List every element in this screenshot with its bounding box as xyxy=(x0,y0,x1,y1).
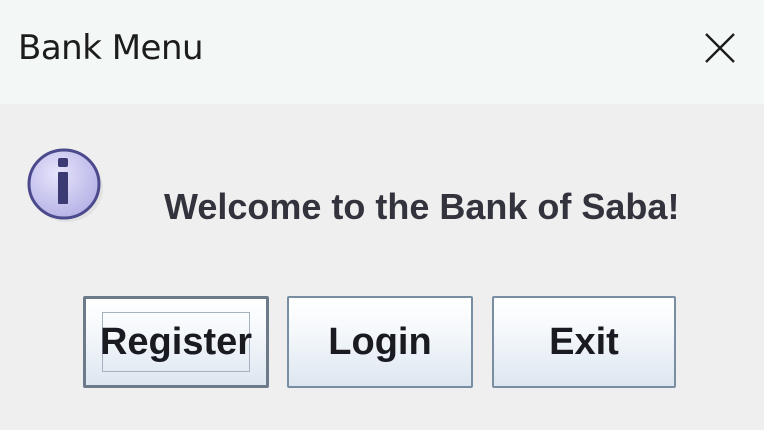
close-button[interactable] xyxy=(692,22,748,74)
login-button-label: Login xyxy=(328,320,432,363)
window-title: Bank Menu xyxy=(18,28,204,68)
register-button[interactable]: Register xyxy=(83,296,269,388)
title-bar[interactable]: Bank Menu xyxy=(0,0,764,104)
welcome-message: Welcome to the Bank of Saba! xyxy=(164,186,680,227)
register-button-label: Register xyxy=(99,320,253,363)
exit-button[interactable]: Exit xyxy=(492,296,676,388)
info-icon xyxy=(27,148,103,222)
dialog-content: Welcome to the Bank of Saba! Register Lo… xyxy=(0,104,764,430)
close-icon xyxy=(705,33,735,63)
login-button[interactable]: Login xyxy=(287,296,473,388)
exit-button-label: Exit xyxy=(549,320,619,363)
